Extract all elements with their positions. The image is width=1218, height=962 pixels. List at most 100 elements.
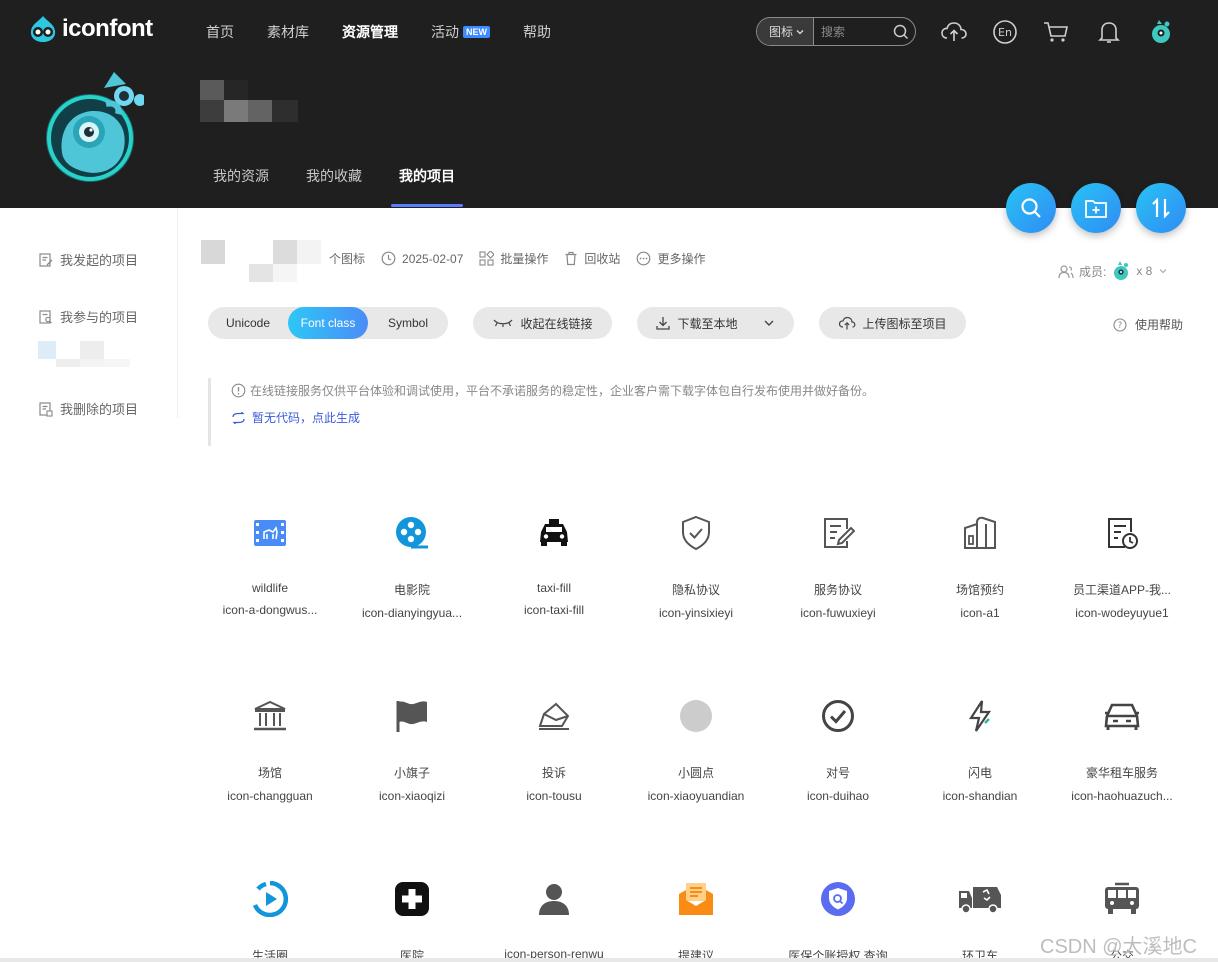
- tab-my-projects-label: 我的项目: [399, 168, 455, 184]
- icon-name: 闪电: [967, 766, 992, 780]
- icon-card[interactable]: taxi-fill icon-taxi-fill: [483, 513, 625, 617]
- search-type-select[interactable]: 图标: [757, 18, 815, 45]
- project-owner-avatar[interactable]: [44, 68, 144, 184]
- sidebar-item-initiated-projects[interactable]: 我发起的项目: [38, 250, 138, 269]
- tab-my-favorites[interactable]: 我的收藏: [306, 166, 362, 206]
- upload-cloud-icon: [941, 22, 967, 41]
- upload-cloud-button[interactable]: [940, 18, 968, 46]
- icon-card[interactable]: 小圆点 icon-xiaoyuandian: [625, 696, 767, 803]
- lightning-icon: [968, 700, 992, 732]
- fab-new-folder-button[interactable]: [1071, 183, 1121, 233]
- search-button[interactable]: [887, 24, 915, 40]
- sidebar-item-label: 我参与的项目: [60, 310, 139, 325]
- nav-activities[interactable]: 活动 NEW: [431, 22, 490, 42]
- search-type-label: 图标: [769, 25, 794, 39]
- icon-name: 场馆预约: [955, 583, 1004, 597]
- trash-icon: [565, 251, 577, 266]
- joined-project-mosaic[interactable]: [38, 341, 130, 367]
- icon-name: 员工渠道APP-我...: [1072, 583, 1171, 597]
- question-icon: ?: [1113, 317, 1127, 332]
- tab-my-projects[interactable]: 我的项目: [391, 166, 463, 207]
- life-circle-icon: [252, 881, 288, 917]
- icon-card[interactable]: 闪电 icon-shandian: [909, 696, 1051, 803]
- icon-card[interactable]: 场馆预约 icon-a1: [909, 513, 1051, 620]
- icon-class: icon-taxi-fill: [523, 603, 584, 617]
- icon-name: 服务协议: [813, 583, 862, 597]
- iconfont-logo-icon: [30, 16, 56, 42]
- nav-resource-management[interactable]: 资源管理: [342, 22, 398, 42]
- icon-card[interactable]: 员工渠道APP-我... icon-wodeyuyue1: [1051, 513, 1193, 620]
- recycle-bin-button[interactable]: 回收站: [564, 250, 620, 267]
- download-local-button[interactable]: 下载至本地: [637, 307, 794, 339]
- nav-home[interactable]: 首页: [206, 22, 234, 42]
- search-input[interactable]: [814, 24, 887, 39]
- nav-help[interactable]: 帮助: [523, 22, 551, 42]
- upload-to-project-button[interactable]: 上传图标至项目: [819, 307, 966, 339]
- tab-my-resources[interactable]: 我的资源: [213, 166, 269, 206]
- generate-code-link[interactable]: 暂无代码，点此生成: [231, 409, 908, 426]
- icon-card[interactable]: 医院: [341, 879, 483, 962]
- batch-operation-button[interactable]: 批量操作: [479, 250, 548, 267]
- format-unicode[interactable]: Unicode: [208, 307, 288, 339]
- page-header: iconfont 首页 素材库 资源管理 活动 NEW 帮助 图标 En: [0, 0, 1218, 208]
- format-font-class-label: Font class: [300, 316, 356, 330]
- icon-card[interactable]: wildlife icon-a-dongwus...: [199, 513, 341, 617]
- format-symbol-label: Symbol: [387, 316, 428, 330]
- icon-card[interactable]: 电影院 icon-dianyingyua...: [341, 513, 483, 620]
- more-icon: [637, 251, 651, 266]
- sidebar-item-deleted-projects[interactable]: 我删除的项目: [38, 399, 138, 418]
- language-button[interactable]: En: [991, 18, 1019, 46]
- hospital-icon: [395, 882, 429, 916]
- icon-card[interactable]: icon-person-renwu: [483, 879, 625, 961]
- sidebar-item-label: 我发起的项目: [60, 253, 139, 268]
- language-en-icon: En: [993, 20, 1017, 44]
- sidebar-item-joined-projects[interactable]: 我参与的项目: [38, 307, 138, 326]
- user-avatar-button[interactable]: [1147, 18, 1175, 46]
- chevron-down-icon: [796, 29, 804, 34]
- icon-card[interactable]: 豪华租车服务 icon-haohuazuch...: [1051, 696, 1193, 803]
- more-operations-label: 更多操作: [657, 252, 706, 266]
- icon-card[interactable]: 生活圈: [199, 879, 341, 962]
- tab-my-favorites-label: 我的收藏: [306, 168, 362, 184]
- project-members[interactable]: 成员: x 8: [1058, 260, 1169, 282]
- format-font-class[interactable]: Font class: [288, 307, 368, 339]
- icon-card[interactable]: 隐私协议 icon-yinsixieyi: [625, 513, 767, 620]
- fab-search-button[interactable]: [1006, 183, 1056, 233]
- icon-card[interactable]: 场馆 icon-changguan: [199, 696, 341, 803]
- icon-card[interactable]: 服务协议 icon-fuwuxieyi: [767, 513, 909, 620]
- cart-button[interactable]: [1042, 18, 1070, 46]
- username-mosaic: [200, 80, 298, 122]
- nav-resource-label: 资源管理: [342, 24, 398, 40]
- icon-class: icon-a1: [960, 606, 1000, 620]
- icon-class: icon-shandian: [942, 789, 1018, 803]
- complaint-icon: [538, 702, 570, 730]
- nav-materials[interactable]: 素材库: [267, 22, 309, 42]
- format-symbol[interactable]: Symbol: [368, 307, 448, 339]
- icon-card[interactable]: 医保个账授权 查询: [767, 879, 909, 962]
- fab-sort-button[interactable]: [1136, 183, 1186, 233]
- more-operations-button[interactable]: 更多操作: [636, 250, 705, 267]
- notifications-button[interactable]: [1095, 18, 1123, 46]
- search-icon: [1021, 198, 1041, 218]
- top-bar: iconfont 首页 素材库 资源管理 活动 NEW 帮助 图标 En: [0, 0, 1218, 62]
- project-sidebar: 我发起的项目 我参与的项目 我删除的项目: [0, 208, 178, 418]
- icon-card[interactable]: 提建议: [625, 879, 767, 962]
- search-box: 图标: [756, 17, 916, 46]
- folder-add-icon: [1085, 200, 1107, 218]
- download-local-label: 下载至本地: [677, 316, 738, 331]
- recycle-bin-label: 回收站: [584, 252, 621, 266]
- nav-materials-label: 素材库: [267, 24, 309, 40]
- collapse-online-link-label: 收起在线链接: [520, 316, 593, 331]
- icon-card[interactable]: 小旗子 icon-xiaoqizi: [341, 696, 483, 803]
- usage-help-link[interactable]: ? 使用帮助: [1113, 316, 1183, 333]
- collapse-online-link-button[interactable]: 收起在线链接: [473, 307, 612, 339]
- icon-card[interactable]: 对号 icon-duihao: [767, 696, 909, 803]
- brand-logo[interactable]: iconfont: [28, 14, 153, 44]
- garbage-truck-icon: [959, 887, 1001, 914]
- tab-my-resources-label: 我的资源: [213, 168, 269, 184]
- suggestion-mail-icon: [679, 883, 713, 915]
- search-doc-icon: [39, 309, 52, 324]
- icon-card[interactable]: 投诉 icon-tousu: [483, 696, 625, 803]
- sidebar-item-label: 我删除的项目: [60, 402, 139, 417]
- icon-card[interactable]: 环卫车: [909, 879, 1051, 962]
